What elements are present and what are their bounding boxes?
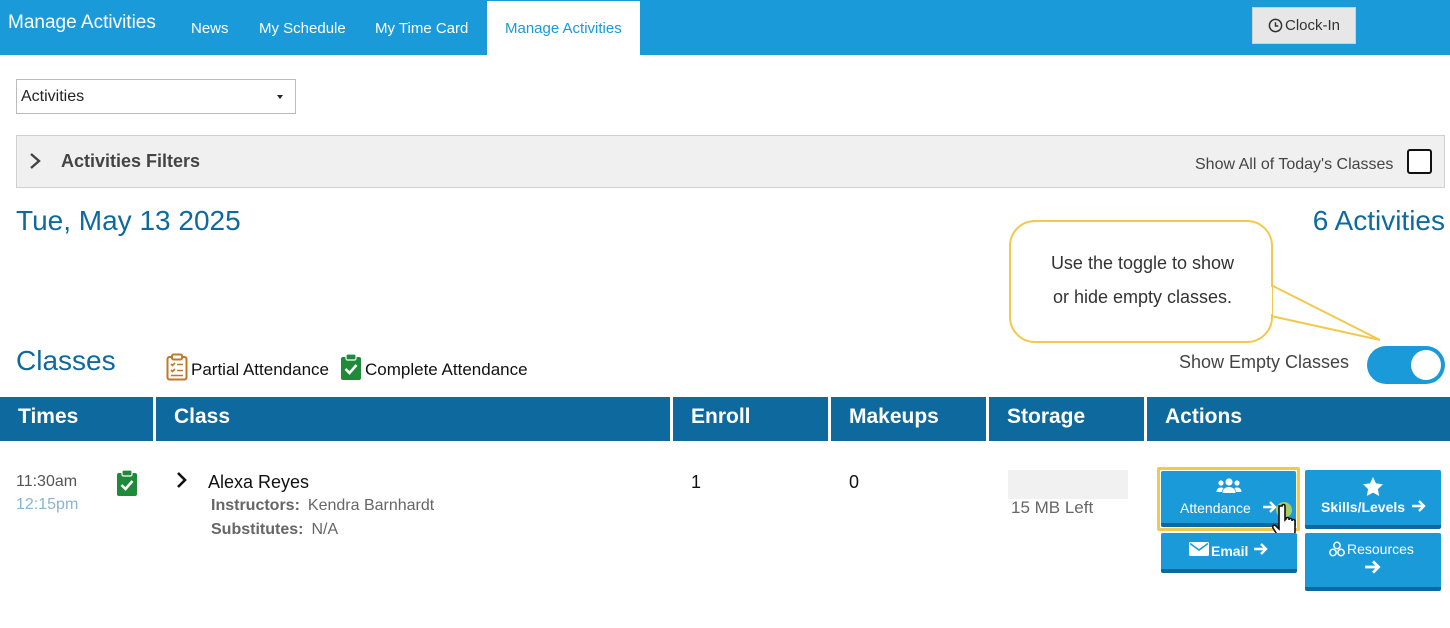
makeups-count: 0 bbox=[849, 472, 860, 492]
callout-line-1: Use the toggle to show bbox=[1050, 253, 1235, 273]
chevron-right-icon[interactable] bbox=[27, 150, 43, 172]
arrow-right-icon bbox=[1254, 543, 1268, 555]
header-times: Times bbox=[0, 397, 156, 441]
activities-count: 6 Activities bbox=[1312, 205, 1445, 236]
substitutes-line: Substitutes: N/A bbox=[211, 521, 338, 539]
complete-attendance-icon bbox=[117, 469, 137, 496]
instructors-value: Kendra Barnhardt bbox=[307, 497, 435, 514]
legend-complete-label: Complete Attendance bbox=[365, 360, 528, 379]
substitutes-label: Substitutes: bbox=[211, 521, 304, 538]
resources-label: Resources bbox=[1347, 541, 1414, 557]
enroll-count: 1 bbox=[691, 472, 702, 492]
class-name[interactable]: Alexa Reyes bbox=[208, 472, 309, 493]
users-icon bbox=[1216, 478, 1242, 493]
email-label: Email bbox=[1211, 543, 1249, 559]
app-title: Manage Activities bbox=[8, 12, 156, 33]
header-makeups: Makeups bbox=[831, 397, 989, 441]
caret-down-icon bbox=[277, 95, 283, 99]
view-select-value: Activities bbox=[21, 88, 85, 105]
instructors-label: Instructors: bbox=[211, 497, 300, 514]
header-storage: Storage bbox=[989, 397, 1147, 441]
tab-my-time-card[interactable]: My Time Card bbox=[375, 0, 468, 55]
arrow-right-icon bbox=[1365, 560, 1381, 574]
clipboard-check-icon bbox=[341, 353, 361, 380]
show-empty-classes-label: Show Empty Classes bbox=[1179, 352, 1350, 372]
activities-filters-title[interactable]: Activities Filters bbox=[61, 151, 200, 172]
header-actions: Actions bbox=[1165, 405, 1243, 428]
clock-in-button[interactable]: Clock-In bbox=[1252, 7, 1356, 44]
resources-button[interactable]: Resources bbox=[1305, 533, 1441, 591]
classes-table-header: Times Class Enroll Makeups Storage Actio… bbox=[0, 397, 1450, 441]
legend-partial-label: Partial Attendance bbox=[191, 360, 329, 379]
clock-in-label: Clock-In bbox=[1284, 17, 1340, 34]
storage-bar bbox=[1008, 470, 1128, 499]
show-all-classes-checkbox[interactable] bbox=[1407, 149, 1432, 174]
storage-left: 15 MB Left bbox=[1011, 498, 1094, 517]
instructors-line: Instructors: Kendra Barnhardt bbox=[211, 497, 434, 515]
arrow-right-icon bbox=[1412, 500, 1426, 512]
tab-my-schedule[interactable]: My Schedule bbox=[259, 0, 346, 55]
email-button[interactable]: Email bbox=[1161, 533, 1297, 573]
attendance-label: Attendance bbox=[1180, 500, 1251, 516]
star-icon bbox=[1363, 477, 1383, 496]
clipboard-partial-icon bbox=[166, 353, 188, 381]
top-nav-bar: Manage Activities News My Schedule My Ti… bbox=[0, 0, 1450, 55]
shapes-icon bbox=[1329, 541, 1345, 557]
substitutes-value: N/A bbox=[311, 521, 339, 538]
view-select[interactable]: Activities bbox=[16, 79, 296, 114]
selected-date: Tue, May 13 2025 bbox=[16, 205, 241, 236]
show-empty-classes-toggle[interactable] bbox=[1367, 346, 1445, 384]
clock-icon bbox=[1268, 18, 1283, 33]
activities-filters-panel: Activities Filters Show All of Today's C… bbox=[16, 135, 1445, 188]
legend-partial: Partial Attendance bbox=[166, 353, 329, 381]
skills-levels-label: Skills/Levels bbox=[1321, 499, 1406, 515]
toggle-knob bbox=[1411, 350, 1441, 380]
start-time: 11:30am bbox=[16, 473, 78, 490]
legend-complete: Complete Attendance bbox=[340, 353, 528, 381]
tab-manage-activities[interactable]: Manage Activities bbox=[487, 1, 640, 55]
callout-line-2: or hide empty classes. bbox=[1052, 287, 1233, 307]
callout-text: Use the toggle to show or hide empty cla… bbox=[1020, 246, 1265, 314]
header-enroll: Enroll bbox=[673, 397, 831, 441]
header-class: Class bbox=[156, 397, 673, 441]
tab-news[interactable]: News bbox=[191, 0, 229, 55]
envelope-icon bbox=[1189, 542, 1209, 556]
show-all-classes-label: Show All of Today's Classes bbox=[1195, 156, 1394, 173]
classes-heading: Classes bbox=[16, 345, 116, 376]
expand-chevron-icon[interactable] bbox=[176, 471, 188, 489]
skills-levels-button[interactable]: Skills/Levels bbox=[1305, 470, 1441, 529]
end-time: 12:15pm bbox=[16, 496, 79, 513]
